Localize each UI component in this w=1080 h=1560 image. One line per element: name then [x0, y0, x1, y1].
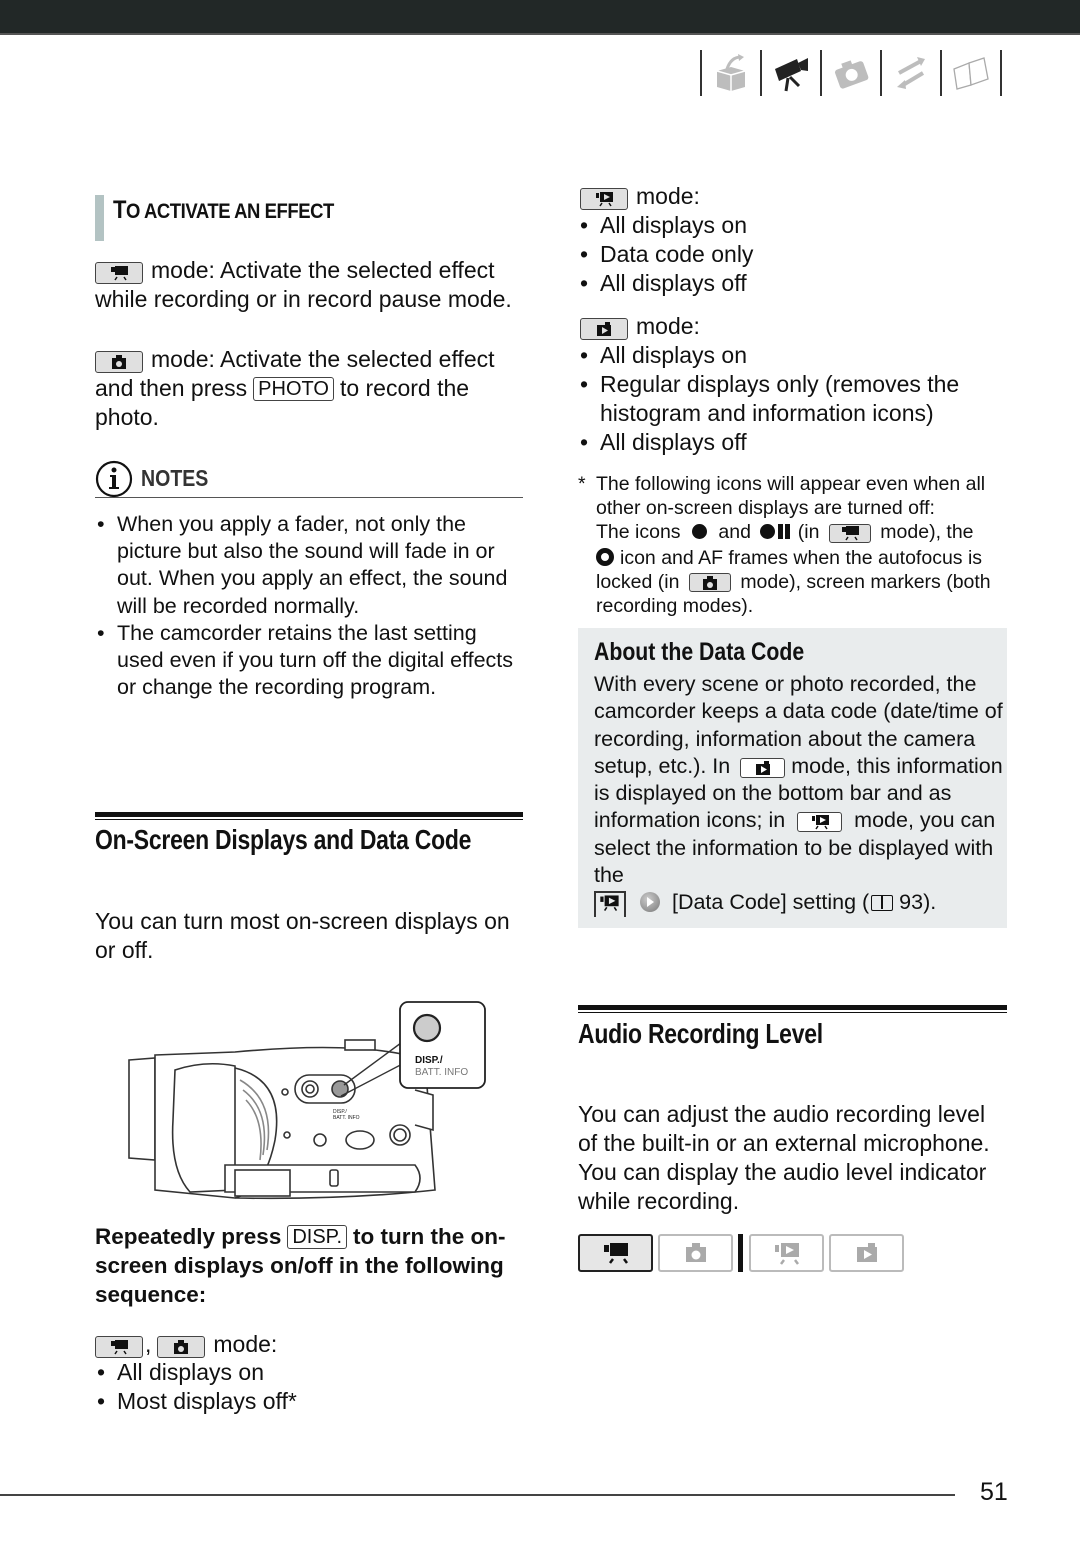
photo-playback-mode-button [829, 1234, 904, 1272]
data-code-text-4: [Data Code] setting ( [671, 890, 870, 915]
display-option: Data code only [578, 240, 1008, 269]
af-lock-icon [596, 547, 614, 566]
photo-record-mode-icon [688, 573, 731, 593]
mode-label: mode: [636, 183, 700, 209]
footnote-text: The icons [596, 521, 681, 544]
photo-camera-icon[interactable] [822, 50, 880, 96]
photo-record-mode-icon [157, 1336, 206, 1358]
photo-playback-icon [856, 1243, 877, 1262]
notes-list: When you apply a fader, not only the pic… [95, 511, 525, 701]
mode-label: mode: [636, 313, 700, 339]
subheading-to-activate-effect: TO ACTIVATE AN EFFECT [113, 196, 334, 225]
display-option: Regular displays only (removes the histo… [578, 370, 1008, 428]
subheading-initial-2: O [126, 200, 140, 223]
mode-separator: , [145, 1331, 152, 1357]
movie-playback-header: mode: [580, 182, 1010, 211]
info-icon [95, 460, 133, 497]
note-item: The camcorder retains the last setting u… [95, 620, 525, 702]
page-reference[interactable]: 93 [899, 890, 923, 914]
footnote-line-2: The icons and (in mode), the [596, 520, 1008, 545]
section-rule [95, 812, 523, 820]
movie-playback-mode-icon [580, 188, 628, 210]
footnote-line-3: icon and AF frames when the autofocus is… [596, 546, 1008, 619]
movie-mode-text: mode: Activate the selected effect while… [95, 257, 512, 312]
display-option: All displays on [578, 211, 1008, 240]
subheading-rest: ACTIVATE AN EFFECT [139, 200, 334, 223]
section-title-audio-level: Audio Recording Level [578, 1018, 823, 1049]
movie-camera-icon [603, 1243, 628, 1264]
record-dot-icon [691, 524, 707, 540]
instruction-text: Repeatedly press DISP. to turn the on-scre… [95, 1222, 525, 1309]
record-pause-icon [760, 521, 791, 545]
photo-key-label: PHOTO [253, 377, 334, 401]
photo-record-mode-icon [95, 351, 143, 373]
display-option: All displays on [95, 1358, 525, 1387]
movie-record-mode-icon [95, 1336, 143, 1358]
movie-playback-mode-icon [797, 812, 843, 833]
display-option: All displays on [578, 341, 1008, 370]
note-item: When you apply a fader, not only the pic… [95, 511, 525, 620]
movie-camera-icon[interactable] [762, 50, 820, 96]
section-rule [578, 1005, 1007, 1013]
photo-playback-header: mode: [580, 312, 1010, 341]
data-code-title: About the Data Code [594, 638, 805, 666]
footnote-text: and [718, 521, 751, 544]
footnote-marker: * [578, 473, 586, 495]
display-option: All displays off [578, 428, 1008, 457]
display-option: All displays off [578, 269, 1008, 298]
photo-playback-list: All displays on Regular displays only (r… [578, 341, 1008, 457]
movie-playback-menu-icon [594, 891, 626, 918]
section-title-onscreen-displays: On-Screen Displays and Data Code [95, 824, 472, 855]
arrow-right-circle-icon [639, 892, 660, 913]
recording-modes-list: All displays on Most displays off* [95, 1358, 525, 1416]
photo-playback-mode-icon [580, 318, 628, 340]
movie-playback-list: All displays on Data code only All displ… [578, 211, 1008, 298]
subheading-accent-bar [95, 195, 104, 241]
audio-section-body: You can adjust the audio recording level… [578, 1101, 990, 1214]
transfer-arrows-icon[interactable] [882, 50, 940, 96]
book-icon[interactable] [942, 50, 1000, 96]
footnote-text: (in [797, 521, 820, 544]
notes-label: NOTES [141, 465, 209, 491]
movie-record-mode-button [578, 1234, 653, 1272]
introduction-box-icon[interactable] [702, 50, 760, 96]
instruction-part-1: Repeatedly press [95, 1224, 282, 1249]
applicable-modes-row [578, 1234, 909, 1272]
top-bar [0, 0, 1080, 35]
footnote: * The following icons will appear even w… [578, 472, 1008, 618]
movie-playback-icon [774, 1243, 799, 1265]
camcorder-illustration: DISP./ BATT. INFO DISP./ BATT. INFO [128, 1001, 486, 1200]
movie-playback-mode-button [749, 1234, 824, 1272]
book-ref-icon [871, 895, 894, 912]
data-code-text-5: ). [923, 890, 937, 915]
page-number: 51 [980, 1478, 1008, 1506]
disp-key-label: DISP. [287, 1225, 348, 1249]
body-label-batt: BATT. INFO [333, 1115, 360, 1121]
footnote-line-1: The following icons will appear even whe… [596, 473, 986, 520]
notes-header: NOTES [95, 460, 523, 498]
movie-record-mode-icon [828, 523, 871, 543]
photo-mode-paragraph: mode: Activate the selected effect and t… [95, 345, 525, 432]
mode-divider [738, 1234, 743, 1272]
photo-playback-mode-icon [740, 757, 786, 778]
footer-rule [0, 1494, 955, 1496]
recording-modes-header: , mode: [95, 1330, 525, 1359]
photo-camera-icon [685, 1243, 706, 1262]
footnote-text: mode), the [880, 521, 974, 544]
callout-label-disp: DISP./ [415, 1055, 443, 1066]
callout-label-batt: BATT. INFO [415, 1067, 468, 1078]
data-code-info-box: About the Data Code With every scene or … [578, 628, 1007, 928]
nav-separator [1000, 50, 1002, 96]
mode-label: mode: [213, 1331, 278, 1357]
data-code-text: With every scene or photo recorded, the … [594, 671, 1007, 918]
section-intro: You can turn most on-screen displays on … [95, 908, 510, 963]
photo-record-mode-button [658, 1234, 733, 1272]
movie-record-mode-icon [95, 262, 143, 284]
movie-mode-paragraph: mode: Activate the selected effect while… [95, 256, 525, 314]
chapter-nav [700, 48, 1002, 98]
subheading-initial: T [113, 196, 127, 224]
display-option: Most displays off* [95, 1387, 525, 1416]
